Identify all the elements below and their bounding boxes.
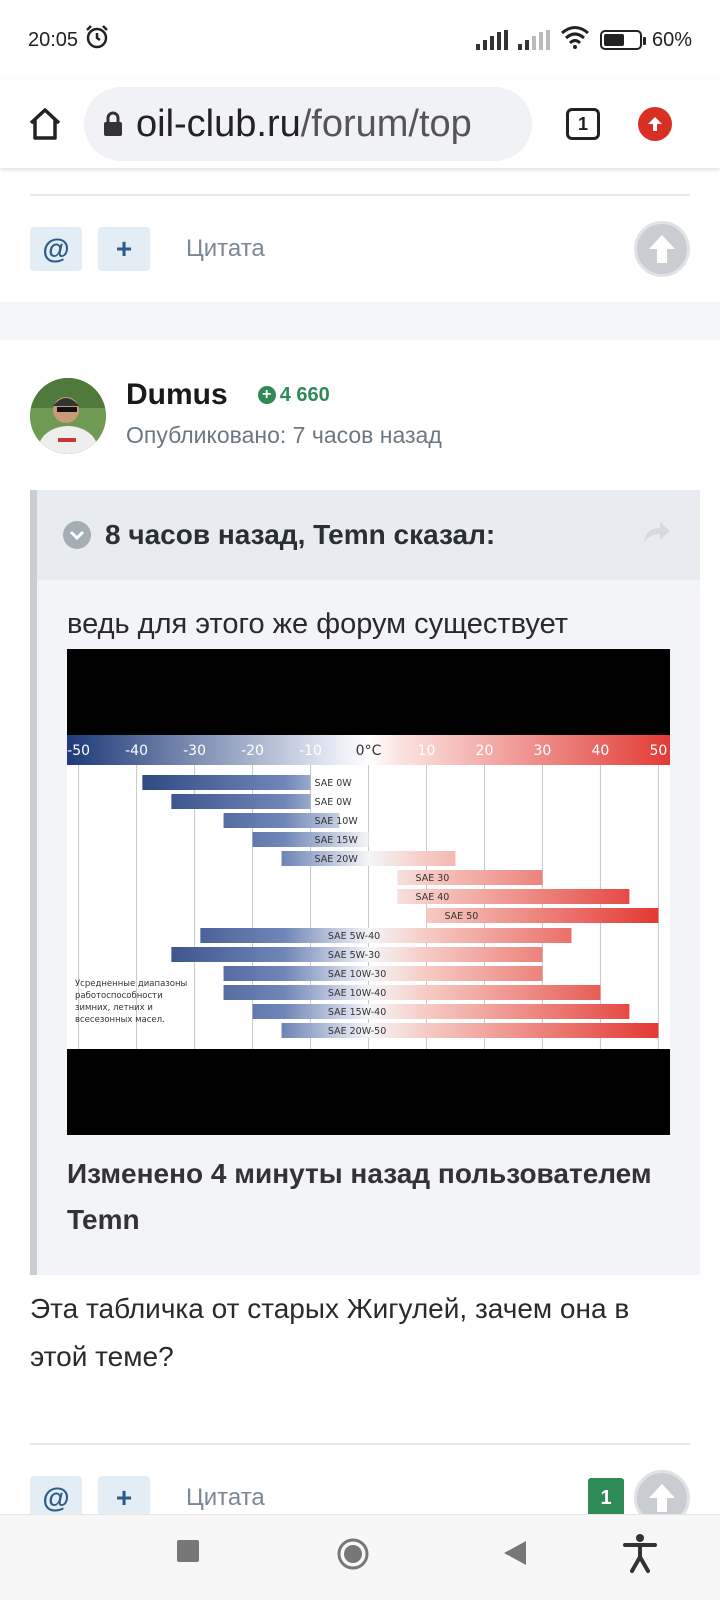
tick-label: -40 — [125, 743, 148, 759]
author-name[interactable]: Dumus — [126, 378, 228, 412]
range-bar — [200, 928, 572, 943]
accessibility-icon — [623, 1534, 657, 1573]
browser-toolbar: oil-club.ru/forum/top 1 — [0, 80, 720, 168]
previous-post-footer: @ + Цитата — [0, 168, 720, 302]
avatar[interactable] — [30, 378, 106, 454]
home-button[interactable] — [20, 99, 70, 149]
range-bar — [223, 985, 601, 1000]
system-navigation-bar — [0, 1514, 720, 1600]
battery-percent: 60% — [651, 28, 692, 51]
bar-label: SAE 50 — [444, 911, 478, 922]
tick-label: 10 — [418, 743, 436, 759]
bar-label: SAE 0W — [315, 778, 353, 789]
bar-label: SAE 5W-40 — [328, 931, 380, 942]
signal-2-icon — [517, 30, 550, 50]
reaction-count-badge[interactable]: 1 — [588, 1478, 624, 1514]
edit-notice: Изменено 4 минуты назад пользователем Te… — [67, 1158, 652, 1235]
bar-label: SAE 40 — [415, 892, 449, 903]
chart-svg: -50 -40 -30 -20 -10 0°C 10 20 30 40 50 SAE 0W SAE 0… — [67, 735, 670, 1049]
quote-header: 8 часов назад, Temn сказал: — [37, 490, 700, 580]
tick-label: -10 — [299, 743, 322, 759]
tick-label: 0°C — [356, 743, 382, 759]
alarm-icon — [84, 24, 110, 56]
recent-apps-button[interactable] — [176, 1539, 200, 1563]
url-text: oil-club.ru/forum/top — [136, 102, 472, 145]
scroll-top-button[interactable] — [634, 221, 690, 277]
back-button[interactable] — [502, 1539, 528, 1567]
tick-label: -50 — [67, 743, 90, 759]
plus-circle-icon: + — [257, 386, 276, 404]
arrow-up-icon — [649, 1484, 675, 1512]
post-body: Эта табличка от старых Жигулей, зачем он… — [30, 1293, 630, 1372]
multiquote-button[interactable]: + — [98, 1476, 150, 1514]
bar-label: SAE 0W — [315, 797, 353, 808]
tick-label: 50 — [649, 743, 667, 759]
quote-button[interactable]: Цитата — [186, 235, 265, 263]
range-bar — [142, 775, 311, 790]
forum-post: Dumus + 4 660 Опубликовано: 7 часов наза… — [0, 340, 720, 1514]
post-actions: @ + Цитата 1 — [0, 1445, 720, 1514]
lock-icon — [104, 111, 122, 136]
tick-label: 20 — [476, 743, 494, 759]
bar-label: SAE 5W-30 — [328, 950, 380, 961]
triangle-back-icon — [504, 1541, 526, 1565]
post-actions: @ + Цитата — [0, 196, 720, 302]
page-content: @ + Цитата Dumus + 4 660 Опубликовано: 7… — [0, 168, 720, 1514]
bar-label: SAE 20W-50 — [328, 1026, 386, 1037]
post-header: Dumus + 4 660 Опубликовано: 7 часов наза… — [0, 340, 720, 490]
square-icon — [177, 1540, 199, 1562]
chevron-down-icon[interactable] — [63, 521, 91, 549]
bar-label: SAE 30 — [415, 873, 449, 884]
quote-attribution: 8 часов назад, Temn сказал: — [105, 519, 496, 550]
clock: 20:05 — [28, 28, 79, 51]
signal-icon — [475, 30, 508, 50]
post-timestamp: Опубликовано: 7 часов назад — [126, 422, 442, 448]
share-icon[interactable] — [642, 520, 672, 549]
home-icon — [29, 108, 61, 140]
bar-label: SAE 15W — [315, 835, 359, 846]
mention-button[interactable]: @ — [30, 227, 82, 271]
battery-icon — [599, 30, 646, 50]
tab-switcher-button[interactable]: 1 — [566, 108, 600, 140]
reputation-badge: + 4 660 — [257, 384, 330, 407]
quote-block: 8 часов назад, Temn сказал: ведь для это… — [30, 490, 700, 1275]
update-button[interactable] — [638, 107, 672, 141]
bar-label: SAE 20W — [315, 854, 359, 865]
tick-label: 40 — [592, 743, 610, 759]
mention-button[interactable]: @ — [30, 1476, 82, 1514]
bar-label: SAE 15W-40 — [328, 1007, 386, 1018]
bar-label: SAE 10W-30 — [328, 969, 386, 980]
circle-icon — [337, 1538, 369, 1570]
tick-label: -20 — [241, 743, 264, 759]
wifi-icon — [560, 25, 590, 55]
bar-label: SAE 10W — [315, 816, 359, 827]
multiquote-button[interactable]: + — [98, 227, 150, 271]
scroll-top-button[interactable] — [634, 1470, 690, 1514]
range-bar — [281, 851, 456, 866]
tick-label: -30 — [183, 743, 206, 759]
bar-label: SAE 10W-40 — [328, 988, 386, 999]
arrow-up-icon — [648, 117, 662, 131]
range-bar — [171, 794, 311, 809]
quote-text: ведь для этого же форум существует — [67, 608, 569, 640]
arrow-up-icon — [649, 235, 675, 263]
range-bar — [252, 1004, 630, 1019]
address-bar[interactable]: oil-club.ru/forum/top — [84, 87, 532, 161]
oil-viscosity-chart[interactable]: -50 -40 -30 -20 -10 0°C 10 20 30 40 50 SAE 0W SAE 0… — [67, 649, 670, 1135]
tick-label: 30 — [534, 743, 552, 759]
quote-button[interactable]: Цитата — [186, 1484, 265, 1512]
status-bar: 20:05 60% — [0, 0, 720, 80]
accessibility-button[interactable] — [622, 1533, 658, 1573]
home-nav-button[interactable] — [336, 1537, 370, 1571]
